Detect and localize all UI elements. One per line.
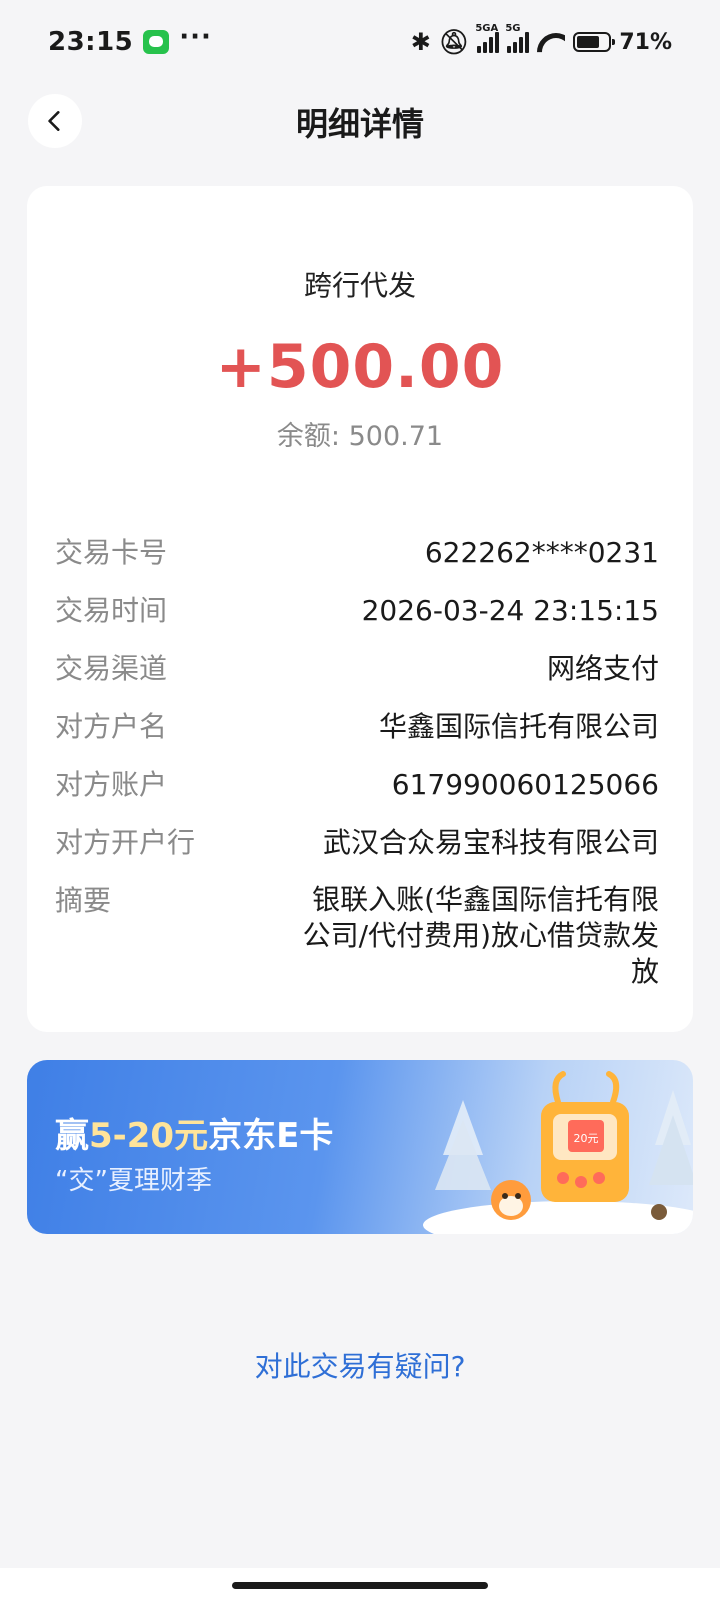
- detail-label: 摘要: [55, 884, 112, 917]
- promo-banner[interactable]: 赢5-20元京东E卡 “交”夏理财季 20元: [27, 1060, 693, 1234]
- back-button[interactable]: [28, 94, 82, 148]
- promo-illustration: 20元: [423, 1071, 693, 1234]
- transaction-amount: +500.00: [215, 332, 505, 402]
- page-title: 明细详情: [295, 105, 424, 143]
- svg-text:20元: 20元: [574, 1132, 599, 1145]
- messages-icon: [143, 30, 170, 54]
- detail-value: 网络支付: [546, 652, 659, 685]
- battery-percent: 71%: [619, 29, 672, 55]
- home-indicator[interactable]: [232, 1582, 488, 1589]
- detail-list: 交易卡号 622262****0231 交易时间 2026-03-24 23:1…: [55, 534, 659, 1010]
- detail-value: 622262****0231: [424, 536, 659, 569]
- detail-label: 交易时间: [55, 594, 168, 627]
- banner-subtitle: “交”夏理财季: [55, 1166, 212, 1196]
- transaction-type: 跨行代发: [303, 269, 416, 302]
- detail-row-card-number: 交易卡号 622262****0231: [55, 534, 659, 572]
- detail-value: 华鑫国际信托有限公司: [378, 710, 659, 743]
- status-time: 23:15: [48, 27, 134, 57]
- transaction-card: 跨行代发 +500.00 余额: 500.71 交易卡号 622262****0…: [27, 186, 693, 1032]
- detail-label: 对方账户: [55, 768, 168, 801]
- status-bar: 23:15 ··· ✱ 🔕︎ 5GA 5G 71%: [0, 0, 720, 84]
- account-balance: 余额: 500.71: [276, 421, 444, 452]
- mute-icon: 🔕︎: [438, 28, 470, 56]
- detail-row-summary: 摘要 银联入账(华鑫国际信托有限公司/代付费用)放心借贷款发放: [55, 882, 659, 990]
- battery-icon: [573, 32, 616, 52]
- detail-value: 武汉合众易宝科技有限公司: [322, 826, 659, 859]
- transaction-question-link[interactable]: 对此交易有疑问?: [0, 1345, 720, 1385]
- navigation-bar: 明细详情: [0, 92, 720, 152]
- signal-icon: 5GA: [475, 23, 500, 53]
- banner-title: 赢5-20元京东E卡: [55, 1116, 334, 1156]
- wifi-icon: [537, 31, 565, 53]
- detail-value: 2026-03-24 23:15:15: [361, 594, 659, 627]
- detail-label: 对方户名: [55, 710, 168, 743]
- detail-row-counterparty-account: 对方账户 617990060125066: [55, 766, 659, 804]
- detail-value: 617990060125066: [391, 768, 659, 801]
- detail-label: 交易渠道: [55, 652, 168, 685]
- detail-row-channel: 交易渠道 网络支付: [55, 650, 659, 688]
- detail-label: 交易卡号: [55, 536, 168, 569]
- more-notifications-icon: ···: [179, 22, 212, 52]
- bluetooth-icon: ✱: [410, 28, 431, 56]
- signal-icon: 5G: [505, 23, 530, 53]
- chevron-left-icon: [48, 111, 60, 131]
- detail-label: 对方开户行: [55, 826, 196, 859]
- detail-row-time: 交易时间 2026-03-24 23:15:15: [55, 592, 659, 630]
- detail-row-counterparty-name: 对方户名 华鑫国际信托有限公司: [55, 708, 659, 746]
- detail-row-counterparty-bank: 对方开户行 武汉合众易宝科技有限公司: [55, 824, 659, 862]
- detail-value: 银联入账(华鑫国际信托有限公司/代付费用)放心借贷款发放: [302, 883, 659, 988]
